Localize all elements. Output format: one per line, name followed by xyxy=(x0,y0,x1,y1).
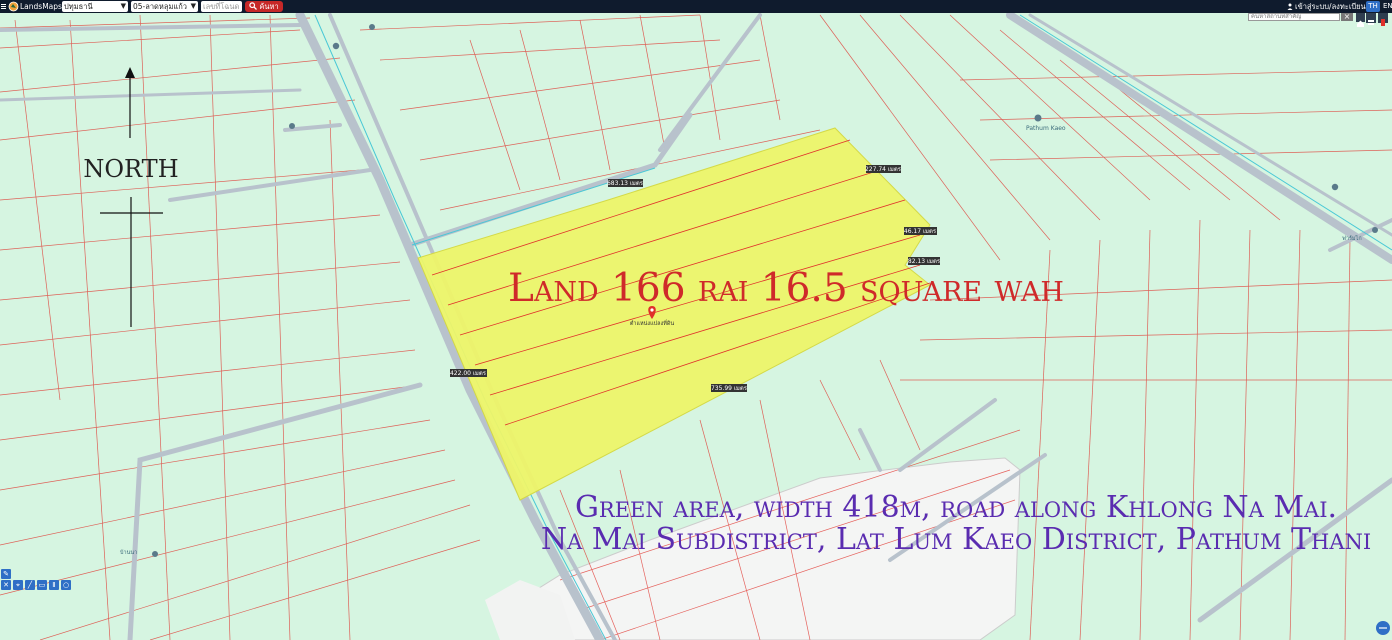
poi-label: บ้านนา xyxy=(120,549,137,556)
map-pin-icon xyxy=(152,551,158,557)
user-icon xyxy=(1287,1,1293,12)
place-search-input[interactable]: ค้นหาสถานที่สำคัญ xyxy=(1248,13,1340,21)
measurement-label: 683.13 เมตร xyxy=(607,179,644,187)
district-select-value: 05-ลาดหลุมแก้ว xyxy=(133,2,187,11)
chevron-down-icon: ▼ xyxy=(120,2,126,10)
province-select-value: ปทุมธานี xyxy=(64,2,93,11)
measurement-label: 735.99 เมตร xyxy=(711,384,748,392)
landsmaps-logo-icon[interactable] xyxy=(8,1,19,12)
chevron-down-icon: ▼ xyxy=(190,2,196,10)
land-title: Land 166 rai 16.5 square wah xyxy=(508,266,1064,311)
parcel-number-input[interactable]: เลขที่โฉนด xyxy=(201,1,242,12)
map-pin-icon xyxy=(289,123,295,129)
map-pin-icon xyxy=(1034,114,1042,122)
province-select[interactable]: ปทุมธานี ▼ xyxy=(62,1,128,12)
lang-en-button[interactable]: EN xyxy=(1383,1,1392,12)
locate-button[interactable] xyxy=(1376,621,1390,635)
close-icon[interactable]: × xyxy=(1341,13,1353,21)
caption-line-2: Na Mai Subdistrict, Lat Lum Kaeo Distric… xyxy=(541,522,1371,557)
login-link[interactable]: เข้าสู่ระบบ/ลงทะเบียน xyxy=(1295,1,1366,12)
search-button[interactable]: ค้นหา xyxy=(245,1,283,12)
measurement-label: 46.17 เมตร xyxy=(904,227,937,235)
north-label: NORTH xyxy=(83,155,178,183)
poi-label: Pathum Kaeo xyxy=(1026,125,1066,132)
search-icon xyxy=(249,2,257,10)
lang-th-button[interactable]: TH xyxy=(1366,1,1380,12)
top-bar: LandsMaps ปทุมธานี ▼ 05-ลาดหลุมแก้ว ▼ เล… xyxy=(0,0,1392,13)
circle-tool-icon[interactable]: ○ xyxy=(61,580,71,590)
measurement-value: 46.17 เมตร xyxy=(904,228,937,235)
caption-line-1: Green area, width 418m, road along Khlon… xyxy=(575,490,1337,525)
district-select[interactable]: 05-ลาดหลุมแก้ว ▼ xyxy=(131,1,198,12)
map-pin-icon xyxy=(1331,183,1339,191)
app-name: LandsMaps xyxy=(20,2,62,11)
draw-tools: ✕ ⌖ ╱ ▭ Ⅱ ○ xyxy=(1,580,72,590)
pin-tool-icon[interactable]: ⌖ xyxy=(13,580,23,590)
map-pin-icon xyxy=(1372,227,1378,233)
edit-tool-icon[interactable]: ✎ xyxy=(1,569,11,579)
measurement-value: 683.13 เมตร xyxy=(607,180,644,187)
measurement-value: 82.13 เมตร xyxy=(908,258,941,265)
map-pin-icon xyxy=(369,24,375,30)
parcel-marker-label: ตำแหน่งแปลงที่ดิน xyxy=(630,319,675,327)
bookmark-icon[interactable] xyxy=(1378,13,1388,26)
measurement-label: 82.13 เมตร xyxy=(908,257,941,265)
poi-label: ฟาร์มไก่ xyxy=(1342,235,1362,242)
measure-tool-icon[interactable]: Ⅱ xyxy=(49,580,59,590)
layers-icon[interactable] xyxy=(1366,13,1376,25)
search-button-label: ค้นหา xyxy=(259,2,279,11)
measurement-value: 227.74 เมตร xyxy=(865,166,902,173)
map-tools: ✎ xyxy=(1,569,72,579)
map-canvas[interactable]: NORTH Pathum Kaeo ฟาร์มไก่ บ้านนา 683.13… xyxy=(0,13,1392,640)
measurement-value: 422.00 เมตร xyxy=(450,370,487,377)
measurement-label: 422.00 เมตร xyxy=(450,369,487,377)
polygon-tool-icon[interactable]: ▭ xyxy=(37,580,47,590)
measurement-label: 227.74 เมตร xyxy=(865,165,902,173)
line-tool-icon[interactable]: ╱ xyxy=(25,580,35,590)
map-pin-icon xyxy=(332,42,340,50)
close-icon[interactable]: ✕ xyxy=(1,580,11,590)
home-icon[interactable] xyxy=(1356,13,1365,27)
menu-icon[interactable] xyxy=(1,1,6,12)
measurement-value: 735.99 เมตร xyxy=(711,385,748,392)
